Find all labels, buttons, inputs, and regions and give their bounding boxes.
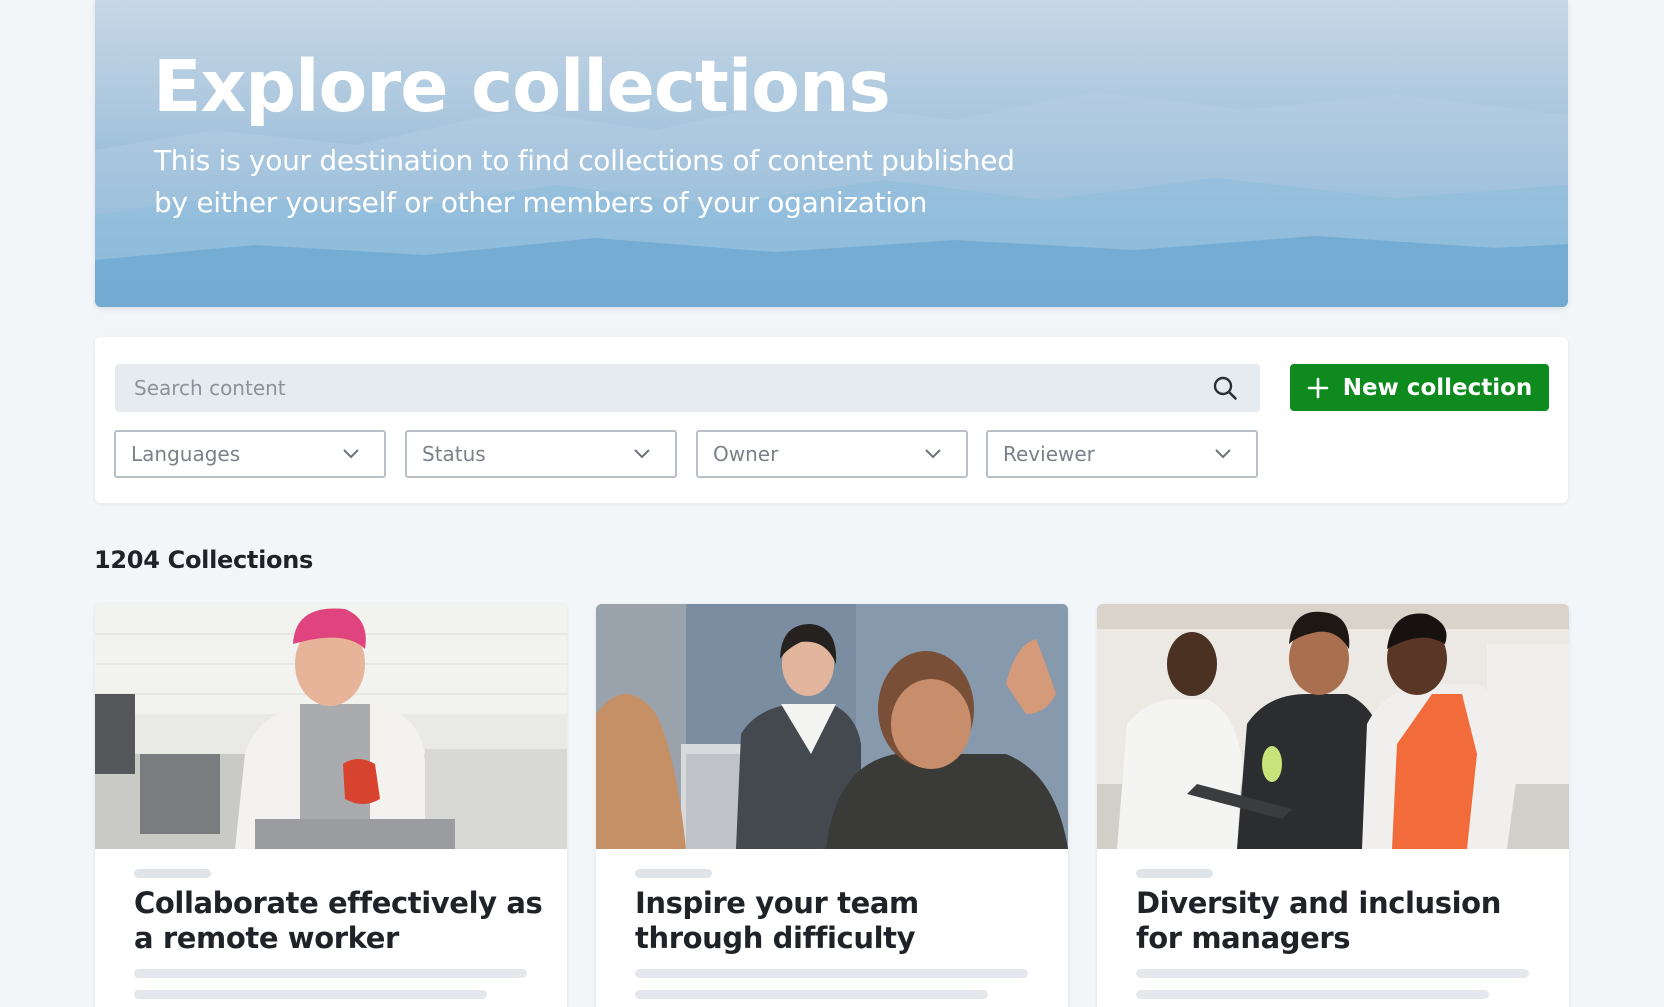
collection-card[interactable]: Collaborate effectively as a remote work… (95, 604, 567, 1007)
page-subtitle: This is your destination to find collect… (154, 140, 1114, 224)
reviewer-filter[interactable]: Reviewer (986, 430, 1258, 478)
card-title: Diversity and inclusion for managers (1136, 886, 1501, 955)
hero-banner: Explore collections This is your destina… (95, 0, 1568, 307)
languages-filter-label: Languages (131, 442, 241, 466)
chevron-down-icon (343, 449, 359, 459)
status-filter[interactable]: Status (405, 430, 677, 478)
card-text-placeholder (134, 969, 527, 978)
card-title: Inspire your team through difficulty (635, 886, 919, 955)
owner-filter-label: Owner (713, 442, 779, 466)
subtitle-line-2: by either yourself or other members of y… (154, 186, 928, 219)
card-tag-placeholder (1136, 869, 1213, 878)
languages-filter[interactable]: Languages (114, 430, 386, 478)
subtitle-line-1: This is your destination to find collect… (154, 144, 1015, 177)
card-text-placeholder (1136, 990, 1489, 999)
collection-card[interactable]: Inspire your team through difficulty (596, 604, 1068, 1007)
search-icon[interactable] (1212, 375, 1238, 401)
new-collection-label: New collection (1342, 374, 1533, 401)
page-title: Explore collections (153, 45, 891, 128)
chevron-down-icon (925, 449, 941, 459)
page: Explore collections This is your destina… (0, 0, 1664, 1007)
card-image (596, 604, 1068, 849)
speaker-presenting-image (596, 604, 1068, 849)
collection-card[interactable]: Diversity and inclusion for managers (1097, 604, 1569, 1007)
filter-panel: New collection Languages Status Owner Re… (95, 337, 1568, 503)
chevron-down-icon (634, 449, 650, 459)
owner-filter[interactable]: Owner (696, 430, 968, 478)
search-input[interactable] (115, 364, 1205, 412)
plus-icon (1307, 377, 1329, 398)
collections-count: 1204 Collections (94, 546, 313, 574)
card-text-placeholder (134, 990, 487, 999)
card-image (1097, 604, 1569, 849)
status-filter-label: Status (422, 442, 486, 466)
team-cooking-image (1097, 604, 1569, 849)
card-tag-placeholder (635, 869, 712, 878)
card-text-placeholder (635, 990, 988, 999)
woman-with-mug-image (95, 604, 567, 849)
card-text-placeholder (1136, 969, 1529, 978)
new-collection-button[interactable]: New collection (1290, 364, 1549, 411)
card-text-placeholder (635, 969, 1028, 978)
search-bar (115, 364, 1260, 412)
card-title: Collaborate effectively as a remote work… (134, 886, 543, 955)
card-image (95, 604, 567, 849)
chevron-down-icon (1215, 449, 1231, 459)
card-tag-placeholder (134, 869, 211, 878)
reviewer-filter-label: Reviewer (1003, 442, 1095, 466)
